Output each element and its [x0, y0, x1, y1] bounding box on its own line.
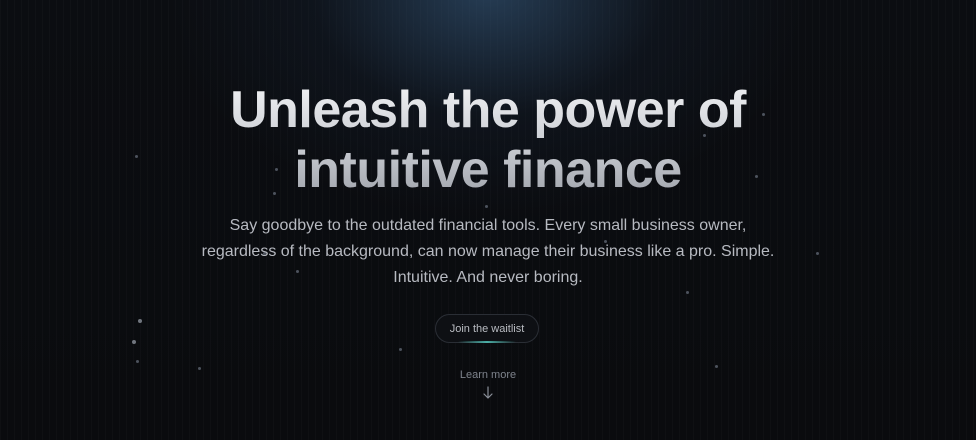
particle-dot — [132, 340, 136, 344]
subtitle-line: Intuitive. And never boring. — [393, 269, 583, 286]
hero-section: Unleash the power of intuitive finance S… — [0, 0, 976, 440]
hero-subtitle: Say goodbye to the outdated financial to… — [190, 213, 786, 291]
particle-dot — [816, 252, 819, 255]
arrow-down-icon — [483, 386, 493, 399]
particle-dot — [399, 348, 402, 351]
learn-more-label: Learn more — [459, 369, 517, 381]
particle-dot — [485, 205, 488, 208]
subtitle-line: regardless of the background, can now ma… — [201, 243, 775, 260]
headline-line: intuitive finance — [294, 141, 682, 199]
headline-line: Unleash the power of — [230, 81, 746, 139]
particle-dot — [686, 291, 689, 294]
particle-dot — [138, 319, 142, 323]
learn-more-link[interactable]: Learn more — [438, 368, 538, 400]
subtitle-line: Say goodbye to the outdated financial to… — [229, 217, 747, 234]
particle-dot — [715, 365, 718, 368]
particle-dot — [136, 360, 139, 363]
cta-glow-accent — [458, 341, 516, 343]
particle-dot — [198, 367, 201, 370]
hero-headline: Unleash the power of intuitive finance — [0, 80, 976, 200]
join-waitlist-button[interactable]: Join the waitlist — [435, 314, 539, 343]
